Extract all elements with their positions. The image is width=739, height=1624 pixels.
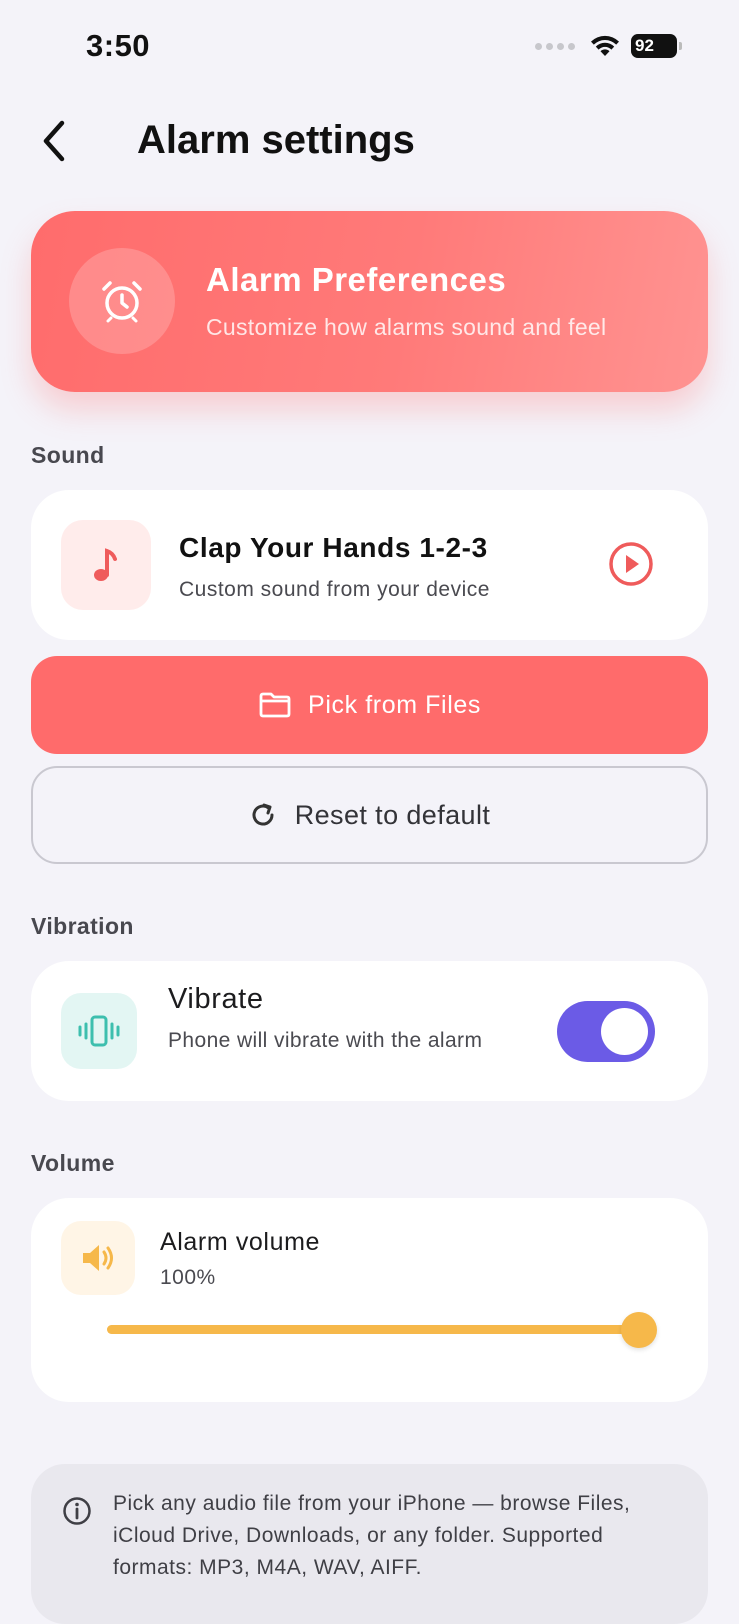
info-text: Pick any audio file from your iPhone — b… (113, 1492, 631, 1579)
chevron-left-icon (43, 120, 65, 162)
music-note-icon (94, 548, 117, 581)
wifi-icon (591, 35, 619, 56)
vibrate-title: Vibrate (168, 983, 264, 1015)
play-preview-button[interactable] (607, 540, 655, 588)
volume-slider[interactable] (107, 1312, 657, 1348)
vibrate-toggle[interactable] (557, 1001, 655, 1062)
volume-value: 100% (160, 1266, 216, 1289)
music-tile (61, 520, 151, 610)
cellular-signal-icon (535, 42, 575, 50)
reset-to-default-label: Reset to default (294, 799, 491, 830)
sound-subtitle: Custom sound from your device (179, 578, 490, 601)
section-label-vibration: Vibration (31, 913, 134, 939)
hero-subtitle: Customize how alarms sound and feel (206, 314, 607, 340)
speaker-icon (83, 1245, 113, 1271)
pick-from-files-label: Pick from Files (308, 690, 481, 719)
vibrate-tile (61, 993, 137, 1069)
status-bar: 3:50 92 (0, 0, 739, 100)
pick-from-files-button[interactable]: Pick from Files (31, 656, 708, 754)
vibration-card: Vibrate Phone will vibrate with the alar… (31, 961, 708, 1101)
volume-tile (61, 1221, 135, 1295)
slider-thumb[interactable] (621, 1312, 657, 1348)
alarm-preferences-banner: Alarm Preferences Customize how alarms s… (31, 211, 708, 392)
hero-icon-badge (69, 248, 175, 354)
info-icon (63, 1497, 91, 1525)
status-time: 3:50 (86, 28, 151, 63)
vibrate-phone-icon (78, 1015, 120, 1047)
play-circle-icon (609, 542, 653, 586)
status-indicators: 92 (535, 34, 682, 58)
vibrate-subtitle: Phone will vibrate with the alarm (168, 1029, 483, 1052)
volume-card: Alarm volume 100% (31, 1198, 708, 1402)
refresh-icon (252, 803, 274, 826)
navigation-bar: Alarm settings (0, 110, 739, 190)
page-title: Alarm settings (137, 118, 415, 162)
selected-sound-card: Clap Your Hands 1-2-3 Custom sound from … (31, 490, 708, 640)
hero-title: Alarm Preferences (206, 261, 507, 298)
back-button[interactable] (34, 116, 74, 166)
folder-icon (259, 692, 291, 718)
alarm-clock-icon (102, 281, 142, 323)
section-label-volume: Volume (31, 1150, 115, 1176)
slider-fill (107, 1325, 639, 1334)
battery-indicator: 92 (631, 34, 682, 58)
info-box: Pick any audio file from your iPhone — b… (31, 1464, 708, 1624)
volume-title: Alarm volume (160, 1228, 321, 1256)
toggle-knob (601, 1008, 648, 1055)
section-label-sound: Sound (31, 442, 105, 468)
battery-level: 92 (635, 36, 654, 55)
reset-to-default-button[interactable]: Reset to default (31, 766, 708, 864)
sound-title: Clap Your Hands 1-2-3 (179, 532, 488, 563)
